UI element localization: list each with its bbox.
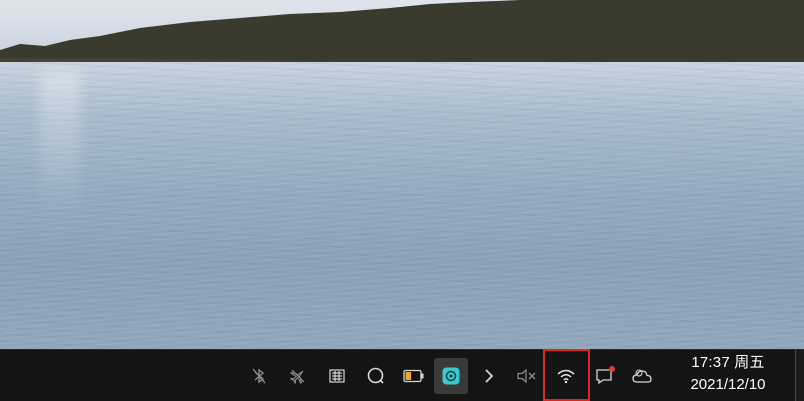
volume-muted-icon[interactable] bbox=[510, 358, 544, 394]
wallpaper-lake bbox=[0, 62, 804, 349]
notification-icon[interactable] bbox=[588, 358, 622, 394]
bluetooth-off-icon[interactable] bbox=[242, 358, 276, 394]
search-icon[interactable] bbox=[359, 358, 393, 394]
clock-time: 17:37 周五 bbox=[691, 354, 765, 371]
clock-date: 2021/12/10 bbox=[690, 376, 766, 393]
chevron-right-icon[interactable] bbox=[472, 358, 506, 394]
input-method-icon[interactable] bbox=[320, 358, 354, 394]
battery-icon[interactable] bbox=[397, 358, 431, 394]
desktop-screen: 17:37 周五 2021/12/10 bbox=[0, 0, 804, 401]
weather-cloud-icon[interactable] bbox=[626, 358, 660, 394]
notification-badge bbox=[609, 366, 615, 372]
show-desktop-button[interactable] bbox=[795, 350, 804, 401]
taskbar-clock[interactable]: 17:37 周五 2021/12/10 bbox=[672, 352, 784, 398]
airplane-mode-icon[interactable] bbox=[281, 358, 315, 394]
desktop-wallpaper bbox=[0, 0, 804, 349]
wallpaper-reflection bbox=[40, 70, 80, 220]
wifi-icon[interactable] bbox=[549, 358, 583, 394]
app-indicator-icon[interactable] bbox=[434, 358, 468, 394]
